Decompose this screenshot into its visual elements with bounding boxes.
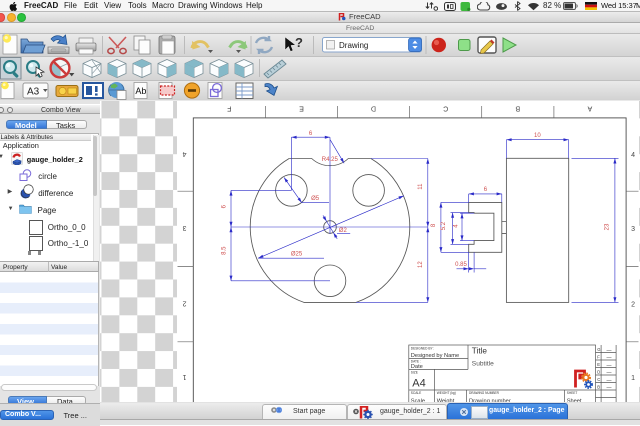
svg-text:6: 6 <box>221 204 227 208</box>
svg-text:3: 3 <box>182 224 186 231</box>
svg-text:Title: Title <box>471 347 487 356</box>
svg-text:23: 23 <box>604 223 610 230</box>
svg-text:Ab: Ab <box>135 86 146 96</box>
svg-text:0.85: 0.85 <box>455 262 467 268</box>
svg-text:B: B <box>597 385 600 390</box>
svg-text:Designed by Name: Designed by Name <box>410 353 458 359</box>
svg-text:Date: Date <box>410 364 422 370</box>
svg-text:Ø5: Ø5 <box>311 196 320 202</box>
svg-text:SIZE: SIZE <box>410 371 417 375</box>
svg-text:2: 2 <box>631 302 635 309</box>
svg-text:—: — <box>606 363 611 369</box>
svg-text:Ø2: Ø2 <box>338 228 347 234</box>
svg-text:Ø25: Ø25 <box>290 252 302 258</box>
svg-text:C: C <box>597 377 600 382</box>
svg-text:—: — <box>606 385 611 391</box>
svg-text:SCALE: SCALE <box>410 391 420 395</box>
svg-text:WEIGHT (kg): WEIGHT (kg) <box>436 391 455 395</box>
svg-text:12: 12 <box>418 261 424 268</box>
svg-text:Drawing: Drawing <box>339 41 368 50</box>
svg-text:10: 10 <box>534 133 541 139</box>
svg-text:B: B <box>515 105 520 112</box>
svg-text:A3: A3 <box>27 87 40 98</box>
svg-text:5.2: 5.2 <box>440 221 446 230</box>
svg-text:4: 4 <box>182 150 186 157</box>
svg-text:DATE :: DATE : <box>410 360 420 364</box>
svg-text:1: 1 <box>631 375 635 382</box>
svg-text:8: 8 <box>431 223 437 227</box>
svg-text:D: D <box>370 105 375 112</box>
svg-text:—: — <box>606 378 611 384</box>
svg-text:11: 11 <box>418 183 424 190</box>
svg-text:—: — <box>606 370 611 376</box>
svg-text:4: 4 <box>631 152 635 159</box>
svg-text:8.5: 8.5 <box>221 246 227 255</box>
svg-text:DESIGNED BY :: DESIGNED BY : <box>410 347 434 351</box>
svg-text:E: E <box>298 105 303 112</box>
svg-text:E: E <box>597 362 600 367</box>
svg-text:1: 1 <box>182 373 186 380</box>
svg-text:F: F <box>597 355 600 360</box>
svg-text:6: 6 <box>308 131 312 137</box>
svg-text:G: G <box>597 347 600 352</box>
svg-text:4: 4 <box>453 224 459 228</box>
svg-text:3: 3 <box>631 226 635 233</box>
svg-text:6: 6 <box>483 187 487 193</box>
svg-text:R4.25: R4.25 <box>321 157 338 163</box>
svg-text:Subtitle: Subtitle <box>471 361 493 368</box>
svg-text:C: C <box>443 105 448 112</box>
svg-text:DRAWING NUMBER: DRAWING NUMBER <box>469 391 500 395</box>
svg-text:F: F <box>227 105 231 112</box>
svg-text:—: — <box>606 348 611 354</box>
svg-text:2: 2 <box>182 300 186 307</box>
svg-text:?: ? <box>295 35 303 50</box>
svg-text:A: A <box>587 105 592 112</box>
svg-text:D: D <box>597 370 600 375</box>
svg-text:A4: A4 <box>412 378 425 390</box>
svg-text:—: — <box>606 355 611 361</box>
svg-text:SHEET: SHEET <box>566 391 577 395</box>
